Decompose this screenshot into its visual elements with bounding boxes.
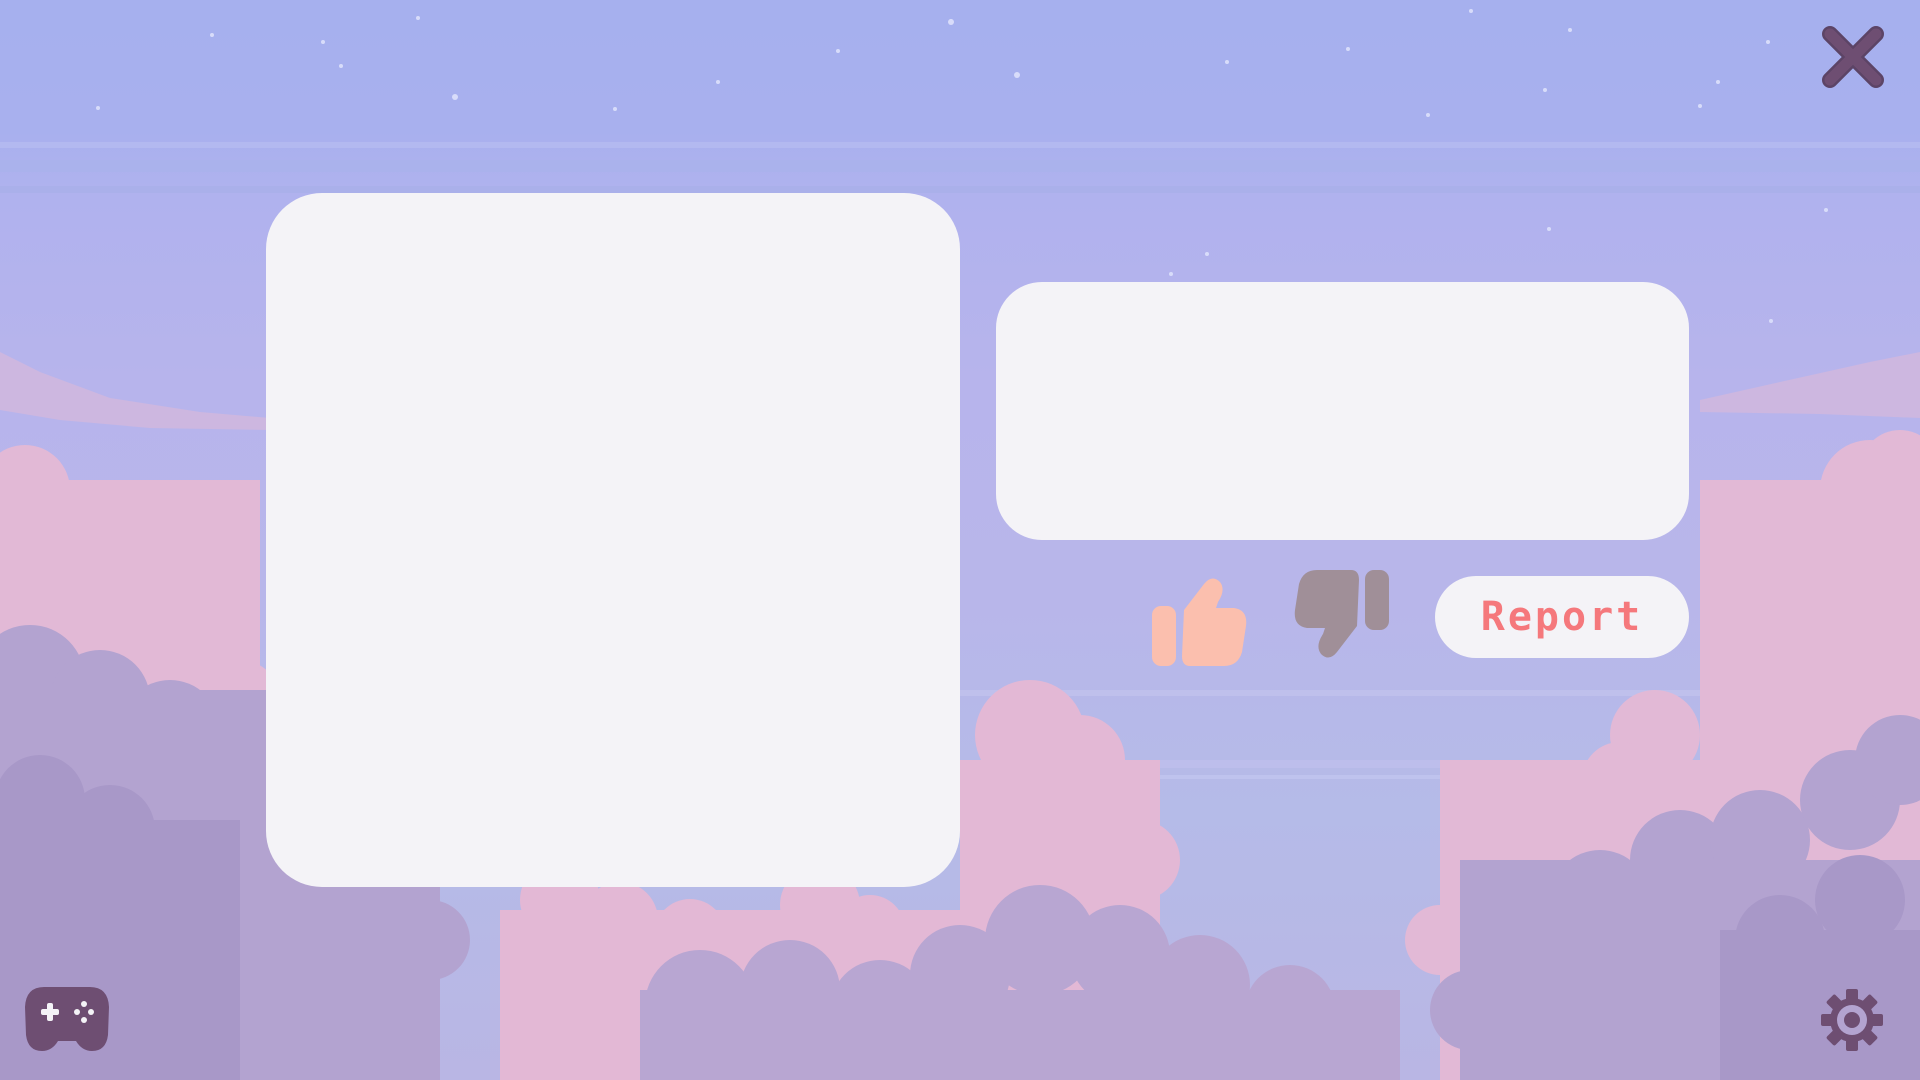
report-button[interactable]: Report: [1435, 576, 1689, 658]
image-panel: [266, 193, 960, 887]
game-background: Report: [0, 0, 1920, 1080]
text-panel: [996, 282, 1689, 540]
thumbs-up-icon[interactable]: [1150, 568, 1250, 668]
gear-icon[interactable]: [1820, 988, 1884, 1052]
thumbs-down-icon[interactable]: [1291, 568, 1391, 668]
gamepad-icon[interactable]: [24, 985, 110, 1053]
close-icon[interactable]: [1818, 22, 1888, 92]
